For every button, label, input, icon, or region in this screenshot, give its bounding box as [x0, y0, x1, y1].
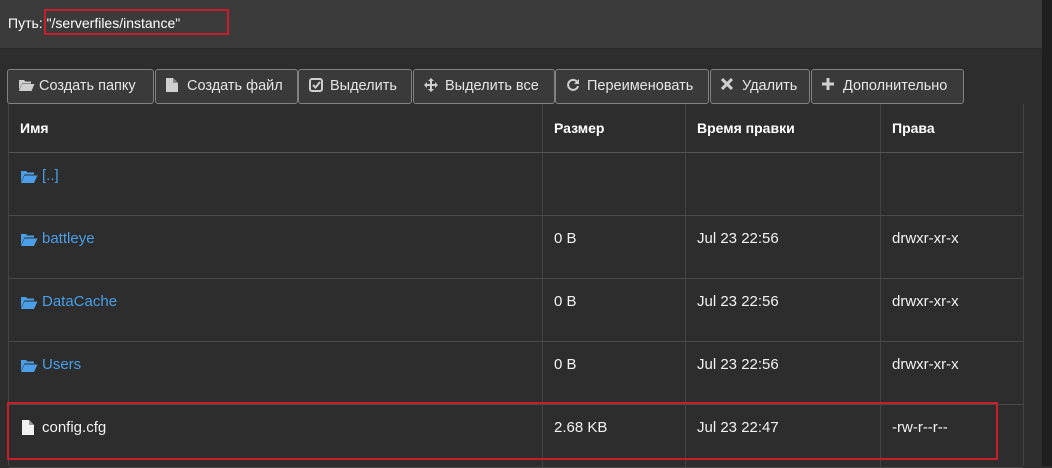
file-icon: [166, 78, 182, 92]
mtime-cell: Jul 23 22:56: [685, 216, 880, 278]
table-row[interactable]: battleye 0 B Jul 23 22:56 drwxr-xr-x: [9, 216, 1023, 279]
mtime-cell: Jul 23 22:56: [685, 342, 880, 404]
perms-cell: drwxr-xr-x: [880, 279, 1023, 341]
file-name-link[interactable]: Users: [42, 356, 81, 373]
move-icon: [424, 78, 440, 92]
column-header-size[interactable]: Размер: [542, 104, 685, 152]
table-row[interactable]: [..]: [9, 153, 1023, 216]
check-square-icon: [309, 78, 325, 92]
table-row[interactable]: DataCache 0 B Jul 23 22:56 drwxr-xr-x: [9, 279, 1023, 342]
folder-open-icon: [20, 358, 38, 374]
column-header-name[interactable]: Имя: [9, 104, 542, 152]
create-folder-label: Создать папку: [39, 78, 136, 94]
scrollbar[interactable]: [1042, 0, 1052, 466]
path-highlight-box: [44, 9, 229, 35]
rename-button[interactable]: Переименовать: [555, 69, 709, 104]
name-cell: battleye: [9, 216, 542, 278]
table-header: Имя Размер Время правки Права: [9, 104, 1023, 153]
select-all-label: Выделить все: [445, 78, 539, 94]
path-label-text: Путь:: [8, 15, 47, 31]
file-size: 0 B: [554, 356, 577, 373]
name-cell: [..]: [9, 153, 542, 215]
table-row[interactable]: Users 0 B Jul 23 22:56 drwxr-xr-x: [9, 342, 1023, 405]
file-perms: drwxr-xr-x: [892, 356, 959, 373]
folder-open-icon: [18, 78, 35, 92]
perms-cell: drwxr-xr-x: [880, 342, 1023, 404]
refresh-icon: [566, 78, 582, 92]
folder-open-icon: [20, 295, 38, 311]
name-cell: config.cfg: [9, 405, 542, 467]
plus-icon: [822, 78, 838, 92]
create-file-label: Создать файл: [187, 78, 283, 94]
mtime-cell: Jul 23 22:56: [685, 279, 880, 341]
table-row[interactable]: config.cfg 2.68 KB Jul 23 22:47 -rw-r--r…: [9, 405, 1023, 468]
file-mtime: Jul 23 22:56: [697, 356, 779, 373]
file-name-link[interactable]: battleye: [42, 230, 95, 247]
more-label: Дополнительно: [843, 78, 948, 94]
file-mtime: Jul 23 22:47: [697, 419, 779, 436]
perms-cell: -rw-r--r--: [880, 405, 1023, 467]
size-cell: 0 B: [542, 216, 685, 278]
select-all-button[interactable]: Выделить все: [413, 69, 555, 104]
select-button[interactable]: Выделить: [298, 69, 412, 104]
size-cell: 0 B: [542, 342, 685, 404]
folder-open-icon: [20, 232, 38, 248]
delete-label: Удалить: [742, 78, 798, 94]
rename-label: Переименовать: [587, 78, 694, 94]
file-mtime: Jul 23 22:56: [697, 293, 779, 310]
folder-open-icon: [20, 169, 38, 185]
size-cell: 0 B: [542, 279, 685, 341]
create-file-button[interactable]: Создать файл: [155, 69, 298, 104]
mtime-cell: Jul 23 22:47: [685, 405, 880, 467]
perms-cell: [880, 153, 1023, 215]
name-cell: DataCache: [9, 279, 542, 341]
size-cell: 2.68 KB: [542, 405, 685, 467]
file-name-link[interactable]: DataCache: [42, 293, 117, 310]
file-size: 2.68 KB: [554, 419, 608, 436]
mtime-cell: [685, 153, 880, 215]
column-header-perms[interactable]: Права: [880, 104, 1023, 152]
file-table: Имя Размер Время правки Права [..] battl…: [8, 104, 1024, 468]
create-folder-button[interactable]: Создать папку: [7, 69, 154, 104]
column-header-mtime[interactable]: Время правки: [685, 104, 880, 152]
file-icon: [22, 420, 40, 436]
more-button[interactable]: Дополнительно: [811, 69, 964, 104]
name-cell: Users: [9, 342, 542, 404]
file-mtime: Jul 23 22:56: [697, 230, 779, 247]
file-name-link[interactable]: [..]: [42, 167, 59, 184]
close-icon: [721, 78, 737, 92]
select-label: Выделить: [330, 78, 397, 94]
file-size: 0 B: [554, 230, 577, 247]
file-perms: drwxr-xr-x: [892, 230, 959, 247]
file-name-link[interactable]: config.cfg: [42, 419, 106, 436]
size-cell: [542, 153, 685, 215]
perms-cell: drwxr-xr-x: [880, 216, 1023, 278]
file-perms: -rw-r--r--: [892, 419, 948, 436]
delete-button[interactable]: Удалить: [710, 69, 810, 104]
file-size: 0 B: [554, 293, 577, 310]
file-perms: drwxr-xr-x: [892, 293, 959, 310]
